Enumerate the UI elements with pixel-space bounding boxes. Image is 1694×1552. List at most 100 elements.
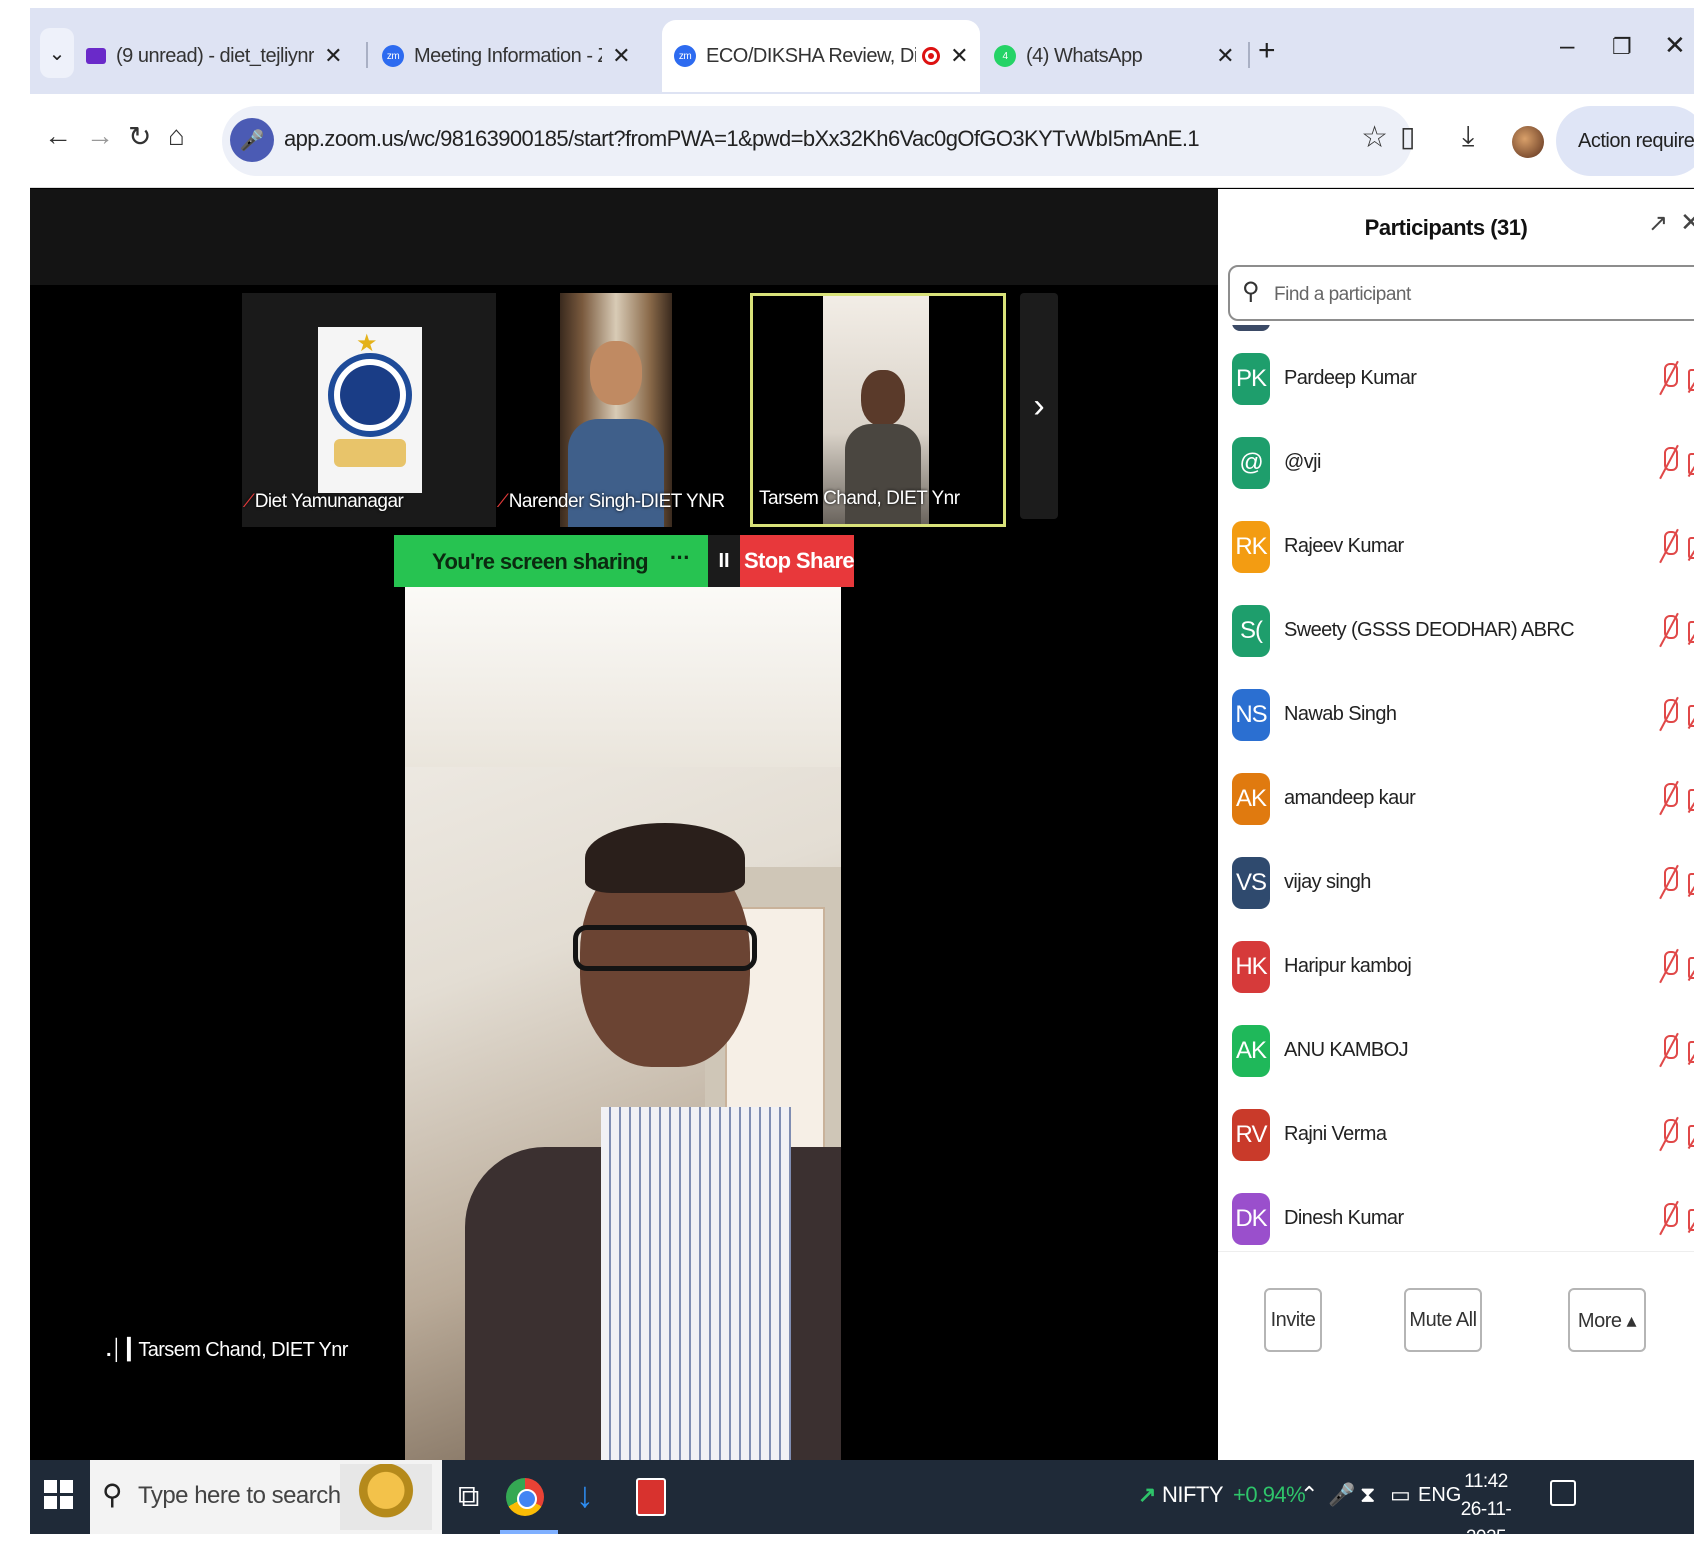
participant-name: Dinesh Kumar	[1284, 1207, 1404, 1229]
wifi-icon[interactable]: ⧗	[1360, 1482, 1375, 1508]
mic-muted-icon[interactable]	[1658, 1201, 1680, 1235]
participant-avatar	[1232, 325, 1270, 331]
show-hidden-icons-chevron-icon[interactable]: ⌃	[1300, 1482, 1318, 1508]
mic-muted-icon[interactable]	[1658, 697, 1680, 731]
close-icon[interactable]: ✕	[324, 43, 342, 69]
video-off-icon[interactable]	[1688, 1205, 1694, 1233]
mic-muted-icon[interactable]	[1658, 361, 1680, 395]
tab-eco-diksha-review[interactable]: zm ECO/DIKSHA Review, District ✕	[662, 20, 980, 92]
mic-muted-icon[interactable]	[1658, 1117, 1680, 1151]
stock-widget[interactable]: ↗ NIFTY +0.94%	[1138, 1482, 1306, 1508]
popout-icon[interactable]: ↗	[1648, 209, 1668, 238]
task-view-icon[interactable]: ⧉	[458, 1480, 479, 1514]
video-off-icon[interactable]	[1688, 953, 1694, 981]
participant-avatar: S(	[1232, 605, 1270, 657]
tab-title: (4) WhatsApp	[1026, 44, 1143, 67]
participant-name: Tarsem Chand, DIET Ynr	[759, 488, 960, 509]
video-off-icon[interactable]	[1688, 1121, 1694, 1149]
address-bar[interactable]: 🎤 app.zoom.us/wc/98163900185/start?fromP…	[222, 106, 1412, 176]
close-icon[interactable]: ✕	[1216, 43, 1234, 69]
video-off-icon[interactable]	[1688, 365, 1694, 393]
bookmark-star-icon[interactable]: ☆	[1361, 120, 1388, 155]
chrome-icon[interactable]	[506, 1478, 544, 1516]
video-off-icon[interactable]	[1688, 449, 1694, 477]
participant-row[interactable]: DK Dinesh Kumar	[1218, 1177, 1694, 1249]
download-manager-icon[interactable]: ↓	[576, 1474, 594, 1516]
participant-name: vijay singh	[1284, 871, 1371, 893]
video-thumbnail-tarsem-chand[interactable]: Tarsem Chand, DIET Ynr	[750, 293, 1006, 527]
reload-icon[interactable]: ↻	[128, 120, 151, 153]
tab-whatsapp[interactable]: 4 (4) WhatsApp ✕	[982, 20, 1246, 92]
search-highlight-emblem	[340, 1464, 432, 1530]
video-off-icon[interactable]	[1688, 617, 1694, 645]
new-tab-button[interactable]: +	[1258, 34, 1276, 68]
participant-row[interactable]: PK Pardeep Kumar	[1218, 337, 1694, 421]
video-thumbnail-narender-singh[interactable]: ⁄ Narender Singh-DIET YNR	[496, 293, 752, 527]
action-required-button[interactable]: Action required ⋮	[1556, 106, 1694, 176]
mic-muted-icon[interactable]	[1658, 1033, 1680, 1067]
participant-search-input[interactable]: ⚲ Find a participant	[1228, 265, 1694, 321]
tab-meeting-information[interactable]: zm Meeting Information - Zoom ✕	[370, 20, 642, 92]
mic-muted-icon[interactable]	[1658, 865, 1680, 899]
notification-icon[interactable]	[1550, 1480, 1576, 1506]
profile-avatar[interactable]	[1512, 126, 1544, 158]
participant-row[interactable]: VS vijay singh	[1218, 841, 1694, 925]
meeting-header-band	[30, 189, 1218, 285]
system-clock[interactable]: 11:42 26-11-2025	[1446, 1468, 1526, 1552]
mute-all-button[interactable]: Mute All	[1404, 1288, 1482, 1352]
video-off-icon[interactable]	[1688, 1037, 1694, 1065]
participant-row[interactable]: HK Haripur kamboj	[1218, 925, 1694, 1009]
clock-time: 11:42	[1464, 1471, 1508, 1492]
mic-muted-icon[interactable]	[1658, 613, 1680, 647]
video-off-icon[interactable]	[1688, 701, 1694, 729]
clock-date: 26-11-2025	[1460, 1499, 1512, 1548]
download-icon[interactable]: ⤓	[1462, 120, 1474, 153]
microphone-icon[interactable]: 🎤	[230, 118, 274, 162]
windows-start-icon[interactable]	[44, 1480, 74, 1510]
video-thumbnail-diet-yamunanagar[interactable]: ★ ⁄ Diet Yamunanagar	[242, 293, 498, 527]
participant-row[interactable]: NS Nawab Singh	[1218, 673, 1694, 757]
mic-muted-icon[interactable]	[1658, 949, 1680, 983]
battery-icon[interactable]: ▭	[1390, 1482, 1411, 1508]
invite-button[interactable]: Invite	[1264, 1288, 1322, 1352]
extensions-icon[interactable]: ▯	[1400, 120, 1415, 153]
minimize-button[interactable]: –	[1560, 30, 1574, 61]
screen: ⌄ (9 unread) - diet_tejliynr@yahoo ✕ zm …	[0, 0, 1694, 1548]
mic-muted-icon[interactable]	[1658, 445, 1680, 479]
participant-row[interactable]: AK ANU KAMBOJ	[1218, 1009, 1694, 1093]
active-speaker-name: Tarsem Chand, DIET Ynr	[138, 1339, 348, 1361]
participant-row[interactable]: AK amandeep kaur	[1218, 757, 1694, 841]
video-off-icon[interactable]	[1688, 533, 1694, 561]
close-icon[interactable]: ✕	[950, 43, 968, 69]
tab-mail[interactable]: (9 unread) - diet_tejliynr@yahoo ✕	[74, 20, 354, 92]
video-off-icon[interactable]	[1688, 785, 1694, 813]
close-icon[interactable]: ✕	[612, 43, 630, 69]
restore-button[interactable]: ❐	[1612, 34, 1632, 60]
participant-row[interactable]: S(Sweety (GSSS DEODHAR) ABRC	[1218, 589, 1694, 673]
next-page-chevron-icon[interactable]: ›	[1020, 293, 1058, 519]
participants-title: Participants (31)	[1364, 215, 1528, 240]
mic-muted-icon[interactable]	[1658, 529, 1680, 563]
participant-row[interactable]: RV Rajni Verma	[1218, 1093, 1694, 1177]
more-options-icon[interactable]: ···	[670, 545, 691, 571]
home-icon[interactable]: ⌂	[168, 120, 185, 152]
url-text[interactable]: app.zoom.us/wc/98163900185/start?fromPWA…	[284, 126, 1200, 152]
microphone-icon[interactable]: 🎤	[1328, 1482, 1355, 1508]
pause-share-button[interactable]: II	[708, 535, 740, 587]
participant-row[interactable]: RK Rajeev Kumar	[1218, 505, 1694, 589]
participant-avatar: AK	[1232, 1025, 1270, 1077]
window-close-button[interactable]: ✕	[1664, 30, 1686, 61]
mic-muted-icon[interactable]	[1658, 781, 1680, 815]
video-off-icon[interactable]	[1688, 869, 1694, 897]
windows-taskbar: ⚲ Type here to search ⧉ ↓ ↗ NIFTY +0.94% ⌃…	[30, 1460, 1694, 1548]
stop-share-button[interactable]: Stop Share	[740, 535, 855, 587]
signal-strength-icon: .│┃	[106, 1339, 135, 1361]
taskbar-search-box[interactable]: ⚲ Type here to search	[90, 1460, 442, 1534]
participant-row[interactable]: @ @vji	[1218, 421, 1694, 505]
tab-search-button[interactable]: ⌄	[40, 28, 74, 78]
back-icon[interactable]: ←	[44, 120, 72, 152]
close-panel-icon[interactable]: ✕	[1680, 207, 1694, 238]
forward-icon[interactable]: →	[86, 120, 114, 152]
pdf-reader-icon[interactable]	[636, 1478, 666, 1516]
more-button[interactable]: More ▴	[1568, 1288, 1646, 1352]
